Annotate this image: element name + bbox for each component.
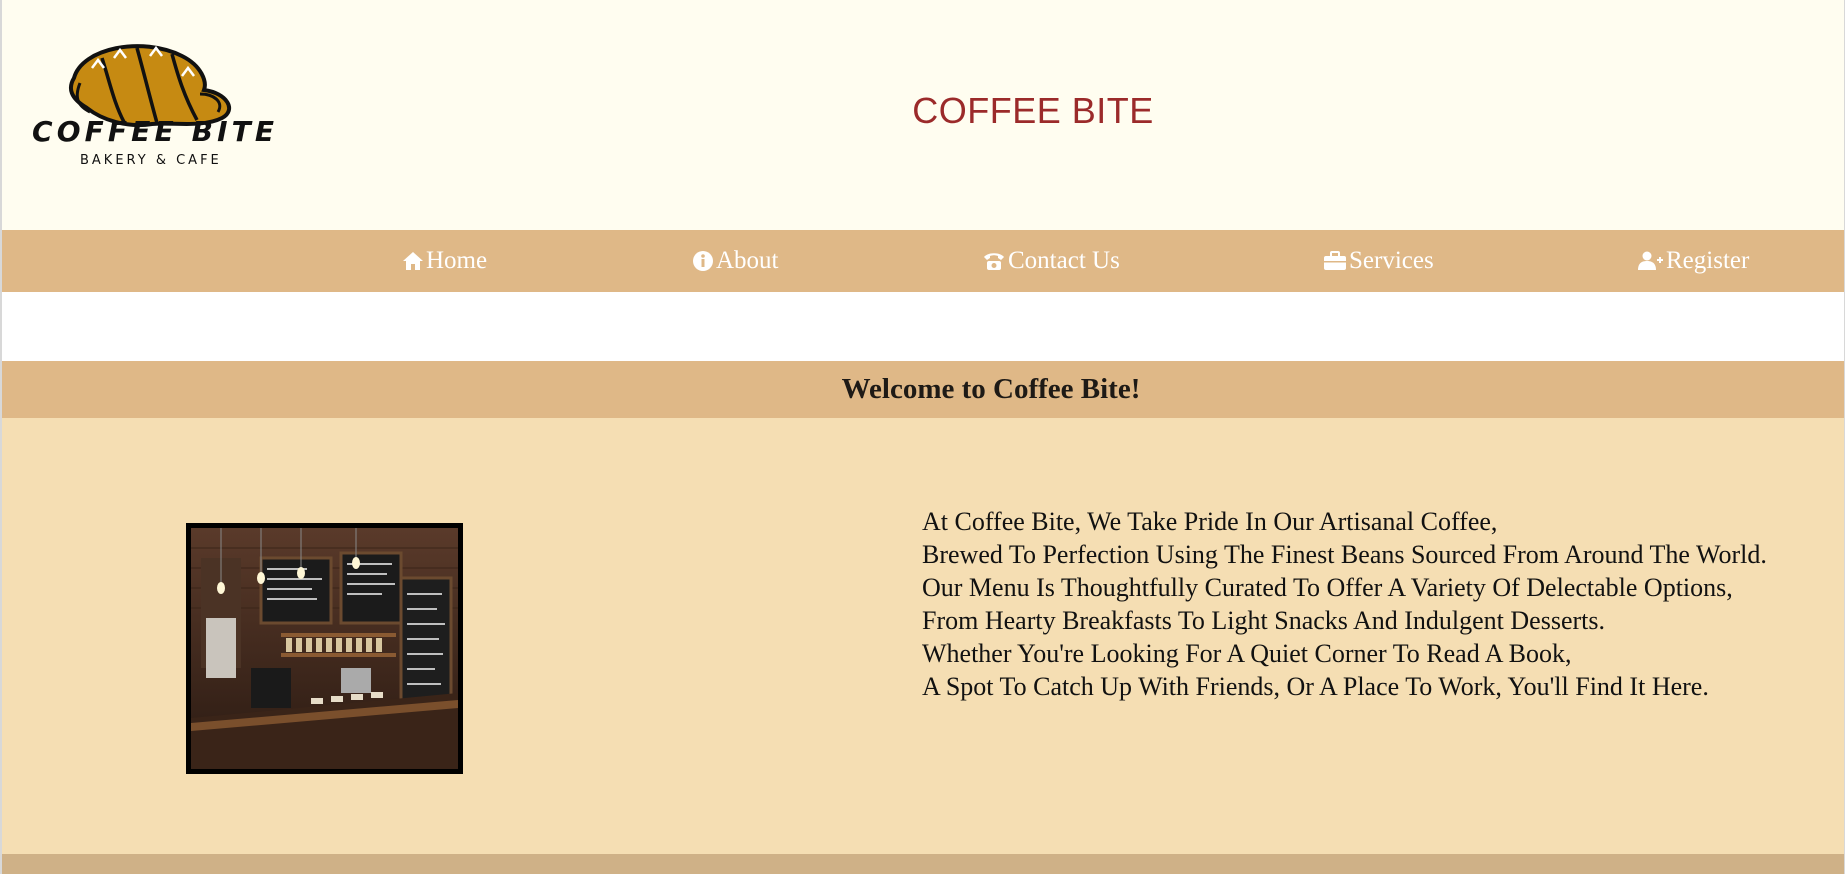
main-navigation: Home About Contact Us Services Register bbox=[2, 230, 1844, 292]
nav-contact-label: Contact Us bbox=[1008, 247, 1120, 274]
about-line: A Spot To Catch Up With Friends, Or A Pl… bbox=[922, 672, 1709, 701]
nav-about-link[interactable]: About bbox=[692, 230, 779, 292]
about-line: Our Menu Is Thoughtfully Curated To Offe… bbox=[922, 573, 1733, 602]
nav-contact-link[interactable]: Contact Us bbox=[982, 230, 1120, 292]
phone-icon bbox=[984, 253, 1004, 270]
nav-services-label: Services bbox=[1349, 247, 1434, 274]
site-header: COFFEE BITE BAKERY & CAFE COFFEE BITE bbox=[2, 0, 1844, 230]
welcome-heading: Welcome to Coffee Bite! bbox=[841, 373, 1141, 405]
site-title: COFFEE BITE bbox=[912, 90, 1154, 131]
nav-home-link[interactable]: Home bbox=[402, 230, 487, 292]
nav-home-label: Home bbox=[426, 247, 488, 274]
page-footer bbox=[2, 854, 1844, 874]
about-paragraph: At Coffee Bite, We Take Pride In Our Art… bbox=[922, 505, 1842, 703]
cafe-photo-image bbox=[191, 528, 458, 769]
info-icon bbox=[693, 251, 713, 271]
about-line: From Hearty Breakfasts To Light Snacks A… bbox=[922, 606, 1605, 635]
nav-register-label: Register bbox=[1666, 247, 1750, 274]
about-line: Whether You're Looking For A Quiet Corne… bbox=[922, 639, 1572, 668]
user-plus-icon bbox=[1638, 251, 1663, 270]
nav-services-link[interactable]: Services bbox=[1323, 230, 1434, 292]
svg-text:BAKERY & CAFE: BAKERY & CAFE bbox=[80, 153, 222, 168]
cafe-interior-photo bbox=[186, 523, 463, 774]
about-line: Brewed To Perfection Using The Finest Be… bbox=[922, 540, 1767, 569]
about-line: At Coffee Bite, We Take Pride In Our Art… bbox=[922, 507, 1498, 536]
main-content: At Coffee Bite, We Take Pride In Our Art… bbox=[2, 418, 1844, 854]
briefcase-icon bbox=[1324, 251, 1346, 270]
welcome-banner: Welcome to Coffee Bite! bbox=[2, 361, 1844, 418]
nav-about-label: About bbox=[716, 247, 779, 274]
home-icon bbox=[403, 252, 423, 270]
nav-register-link[interactable]: Register bbox=[1638, 230, 1749, 292]
